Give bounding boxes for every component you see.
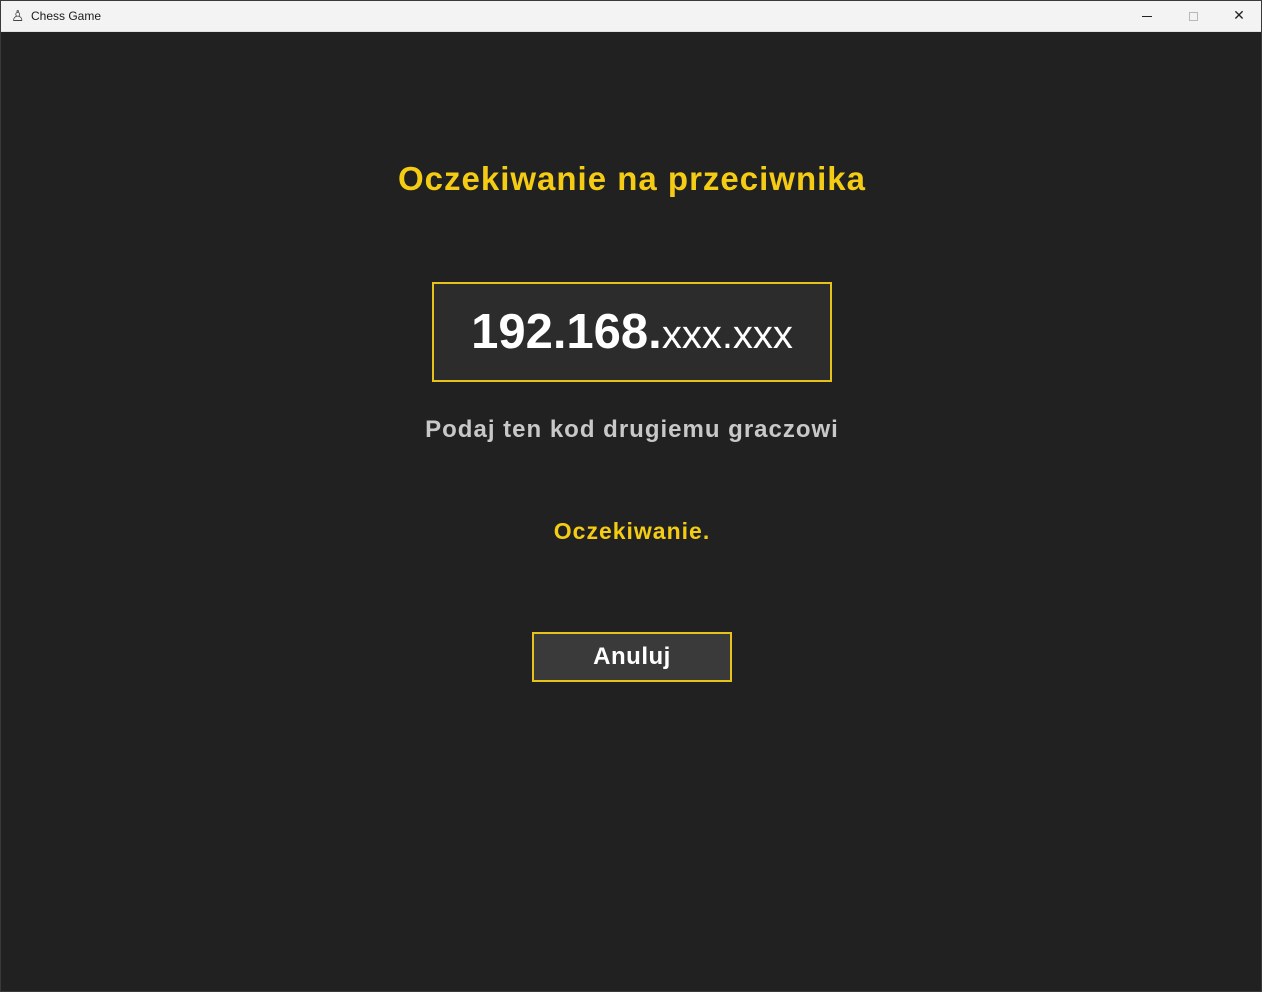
close-button[interactable]: ✕: [1216, 1, 1262, 31]
maximize-button[interactable]: [1170, 1, 1216, 31]
share-code-hint: Podaj ten kod drugiemu graczowi: [425, 416, 839, 443]
waiting-screen: Oczekiwanie na przeciwnika 192.168. xxx.x…: [1, 32, 1261, 992]
code-suffix: xxx.xxx: [661, 312, 793, 357]
minimize-icon: [1142, 15, 1152, 17]
waiting-status: Oczekiwanie.: [553, 518, 711, 544]
app-window: ♙ Chess Game ✕ Oczekiwanie na przeciwnik…: [0, 0, 1262, 992]
chess-pawn-icon: ♙: [11, 7, 25, 25]
title-bar[interactable]: ♙ Chess Game ✕: [1, 1, 1261, 32]
code-prefix: 192.168.: [471, 305, 662, 359]
maximize-icon: [1188, 11, 1198, 21]
page-title: Oczekiwanie na przeciwnika: [397, 160, 867, 197]
connection-code-box: 192.168. xxx.xxx: [432, 282, 832, 382]
window-title: Chess Game: [31, 9, 102, 23]
close-icon: ✕: [1233, 8, 1245, 24]
minimize-button[interactable]: [1124, 1, 1170, 31]
cancel-button[interactable]: Anuluj: [532, 632, 732, 682]
